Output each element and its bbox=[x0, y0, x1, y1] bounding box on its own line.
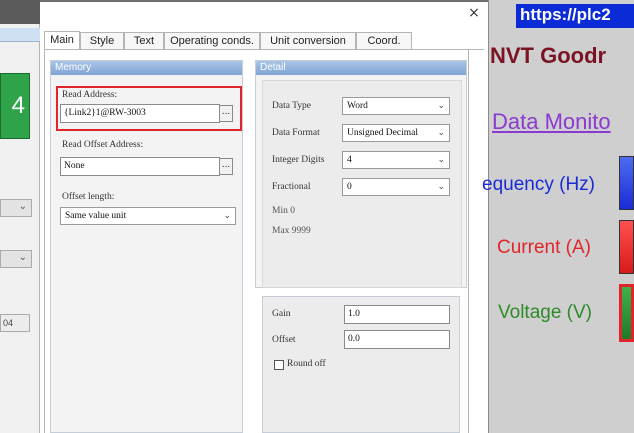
tab-coord[interactable]: Coord. bbox=[356, 32, 412, 49]
fractional-label: Fractional bbox=[272, 182, 311, 192]
chevron-down-icon: ⌄ bbox=[437, 155, 445, 165]
chevron-down-icon: ⌄ bbox=[437, 128, 445, 138]
tab-bar: Main Style Text Operating conds. Unit co… bbox=[44, 31, 484, 50]
tab-operating-conds[interactable]: Operating conds. bbox=[164, 32, 260, 49]
fractional-value: 0 bbox=[347, 182, 352, 192]
fractional-select[interactable]: 0 ⌄ bbox=[342, 178, 450, 196]
frequency-value-button[interactable] bbox=[619, 156, 634, 210]
offset-label: Offset bbox=[272, 335, 296, 345]
offset-input[interactable]: 0.0 bbox=[344, 330, 450, 349]
close-icon[interactable]: × bbox=[466, 5, 482, 21]
tab-unit-conversion[interactable]: Unit conversion bbox=[260, 32, 356, 49]
offset-length-value: Same value unit bbox=[65, 211, 127, 221]
read-offset-label: Read Offset Address: bbox=[62, 140, 144, 150]
tab-style[interactable]: Style bbox=[80, 32, 124, 49]
offset-length-select[interactable]: Same value unit ⌄ bbox=[60, 207, 236, 225]
read-offset-input[interactable]: None bbox=[60, 157, 220, 176]
read-offset-browse-button[interactable]: ... bbox=[219, 158, 233, 175]
numeric-display-preview[interactable]: 4 bbox=[0, 73, 30, 139]
data-format-value: Unsigned Decimal bbox=[347, 128, 418, 138]
gain-input[interactable]: 1.0 bbox=[344, 305, 450, 324]
data-type-select[interactable]: Word ⌄ bbox=[342, 97, 450, 115]
dialog-top-edge bbox=[40, 0, 488, 2]
integer-digits-select[interactable]: 4 ⌄ bbox=[342, 151, 450, 169]
memory-group-header: Memory bbox=[51, 61, 242, 75]
voltage-label: Voltage (V) bbox=[498, 302, 592, 323]
round-off-checkbox[interactable] bbox=[274, 360, 284, 370]
read-address-highlight bbox=[56, 86, 242, 131]
preview-value: 4 bbox=[11, 92, 25, 119]
current-value-button[interactable] bbox=[619, 220, 634, 274]
site-title: NVT Goodr bbox=[490, 43, 607, 68]
left-panel-header bbox=[0, 28, 40, 42]
offset-length-label: Offset length: bbox=[62, 192, 115, 202]
data-format-label: Data Format bbox=[272, 128, 320, 138]
tab-main[interactable]: Main bbox=[44, 31, 80, 50]
chevron-down-icon: ⌄ bbox=[437, 101, 445, 111]
voltage-value-button[interactable] bbox=[619, 284, 634, 342]
url-text[interactable]: https://plc2 bbox=[516, 4, 634, 28]
integer-digits-label: Integer Digits bbox=[272, 155, 325, 165]
chevron-down-icon: ⌄ bbox=[18, 201, 27, 212]
left-combo-2[interactable]: ⌄ bbox=[0, 250, 32, 268]
data-type-label: Data Type bbox=[272, 101, 311, 111]
integer-digits-value: 4 bbox=[347, 155, 352, 165]
chevron-down-icon: ⌄ bbox=[18, 252, 27, 263]
round-off-label: Round off bbox=[287, 359, 326, 369]
data-type-value: Word bbox=[347, 101, 368, 111]
gain-label: Gain bbox=[272, 309, 291, 319]
tab-text[interactable]: Text bbox=[124, 32, 164, 49]
chevron-down-icon: ⌄ bbox=[223, 211, 231, 221]
chevron-down-icon: ⌄ bbox=[437, 182, 445, 192]
left-combo-1[interactable]: ⌄ bbox=[0, 199, 32, 217]
data-format-select[interactable]: Unsigned Decimal ⌄ bbox=[342, 124, 450, 142]
max-value-text: Max 9999 bbox=[272, 226, 311, 236]
frequency-label: equency (Hz) bbox=[482, 174, 595, 195]
left-input-field[interactable]: 04 bbox=[0, 314, 30, 332]
current-label: Current (A) bbox=[497, 237, 591, 258]
left-panel-top-strip bbox=[0, 0, 40, 24]
data-monitor-link[interactable]: Data Monito bbox=[492, 107, 634, 137]
detail-group-header: Detail bbox=[256, 61, 466, 75]
min-value-text: Min 0 bbox=[272, 206, 295, 216]
